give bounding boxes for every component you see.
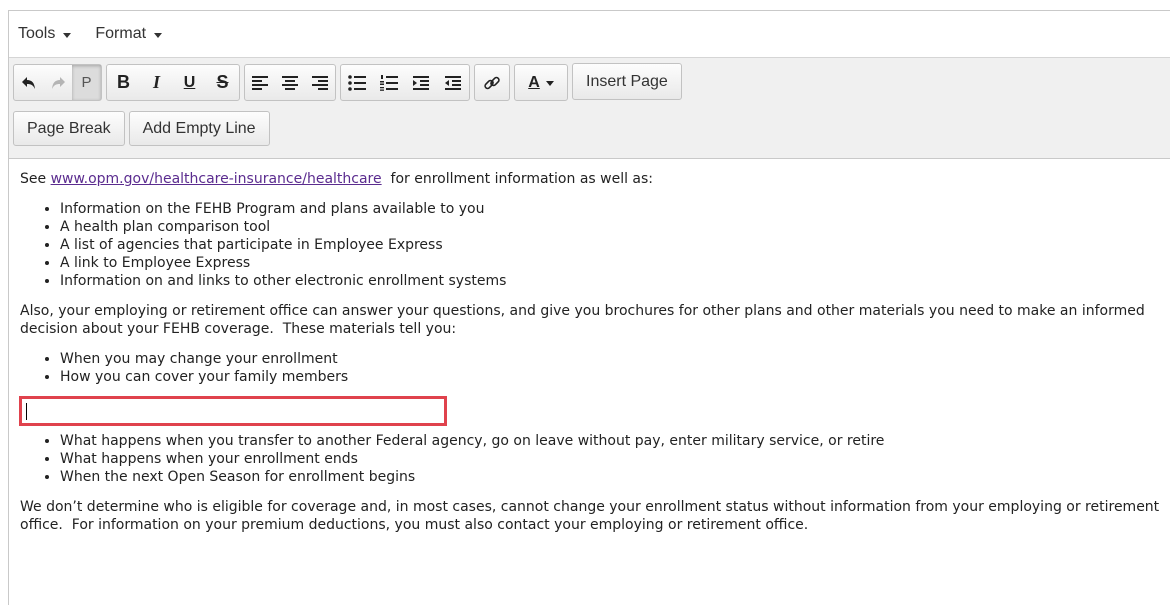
bold-icon: B [117,72,130,92]
outdent-button[interactable] [437,65,469,100]
toolbar: P B I U S A Insert Page Page Break Add E… [9,57,1170,159]
align-center-button[interactable] [275,65,305,100]
link-icon [484,76,500,89]
rich-text-editor: Tools Format P B I U S A Insert Page Pag… [8,10,1170,605]
underline-button[interactable]: U [173,65,206,100]
outdent-icon [445,75,461,90]
align-right-icon [312,75,328,90]
undo-button[interactable] [14,65,43,100]
menu-format-label: Format [95,25,147,42]
format-group: B I U S [106,64,240,101]
align-group [244,64,336,101]
link-button[interactable] [475,65,509,100]
underline-icon: U [183,73,196,91]
menu-tools[interactable]: Tools [18,25,72,43]
menubar: Tools Format [9,11,1170,57]
undo-icon [21,76,35,89]
history-group: P [13,64,102,101]
intro-suffix: for enrollment information as well as: [381,171,654,187]
strikethrough-icon: S [216,72,229,92]
numbered-list-icon [380,74,398,91]
list-item: What happens when your enrollment ends [60,450,1170,468]
materials-list: When you may change your enrollment How … [20,350,1170,386]
align-left-icon [252,75,268,90]
list-item: What happens when you transfer to anothe… [60,432,1170,450]
intro-prefix: See [20,171,51,187]
text-color-button[interactable]: A [515,65,567,100]
redo-button[interactable] [43,65,72,100]
insert-page-label: Insert Page [586,72,668,90]
indent-button[interactable] [405,65,437,100]
bold-button[interactable]: B [107,65,140,100]
text-color-group: A [514,64,568,101]
bullet-list-icon [348,74,366,91]
list-item: How you can cover your family members [60,368,1170,386]
opm-link[interactable]: www.opm.gov/healthcare-insurance/healthc… [51,171,382,187]
empty-line-highlight[interactable] [19,396,447,426]
link-group [474,64,510,101]
strikethrough-button[interactable]: S [206,65,239,100]
list-item: Information on the FEHB Program and plan… [60,200,1170,218]
italic-button[interactable]: I [140,65,173,100]
paragraph-label: P [81,74,92,91]
menu-tools-label: Tools [18,25,56,42]
list-item: A link to Employee Express [60,254,1170,272]
paragraph-button[interactable]: P [72,65,101,100]
add-empty-line-label: Add Empty Line [142,119,256,137]
text-cursor [26,403,27,420]
chevron-down-icon [545,81,554,86]
page-break-button[interactable]: Page Break [13,111,125,146]
eligibility-paragraph: We don’t determine who is eligible for c… [20,499,1164,533]
numbered-list-button[interactable] [373,65,405,100]
redo-icon [51,76,65,89]
info-list: Information on the FEHB Program and plan… [20,200,1170,290]
bullet-list-button[interactable] [341,65,373,100]
chevron-down-icon [154,32,163,38]
materials-paragraph: Also, your employing or retirement offic… [20,303,1150,337]
page-break-label: Page Break [27,119,111,137]
menu-format[interactable]: Format [95,25,163,43]
list-item: A health plan comparison tool [60,218,1170,236]
list-item: When you may change your enrollment [60,350,1170,368]
align-center-icon [282,75,298,90]
more-materials-list: What happens when you transfer to anothe… [20,432,1170,486]
editor-content[interactable]: See www.opm.gov/healthcare-insurance/hea… [9,159,1170,534]
list-item: When the next Open Season for enrollment… [60,468,1170,486]
intro-paragraph: See www.opm.gov/healthcare-insurance/hea… [20,170,1170,188]
list-group [340,64,470,101]
text-color-icon: A [528,73,540,91]
list-item: Information on and links to other electr… [60,272,1170,290]
align-left-button[interactable] [245,65,275,100]
indent-icon [413,75,429,90]
italic-icon: I [152,72,160,92]
list-item: A list of agencies that participate in E… [60,236,1170,254]
chevron-down-icon [63,32,72,38]
insert-page-button[interactable]: Insert Page [572,63,682,100]
add-empty-line-button[interactable]: Add Empty Line [128,111,270,146]
align-right-button[interactable] [305,65,335,100]
